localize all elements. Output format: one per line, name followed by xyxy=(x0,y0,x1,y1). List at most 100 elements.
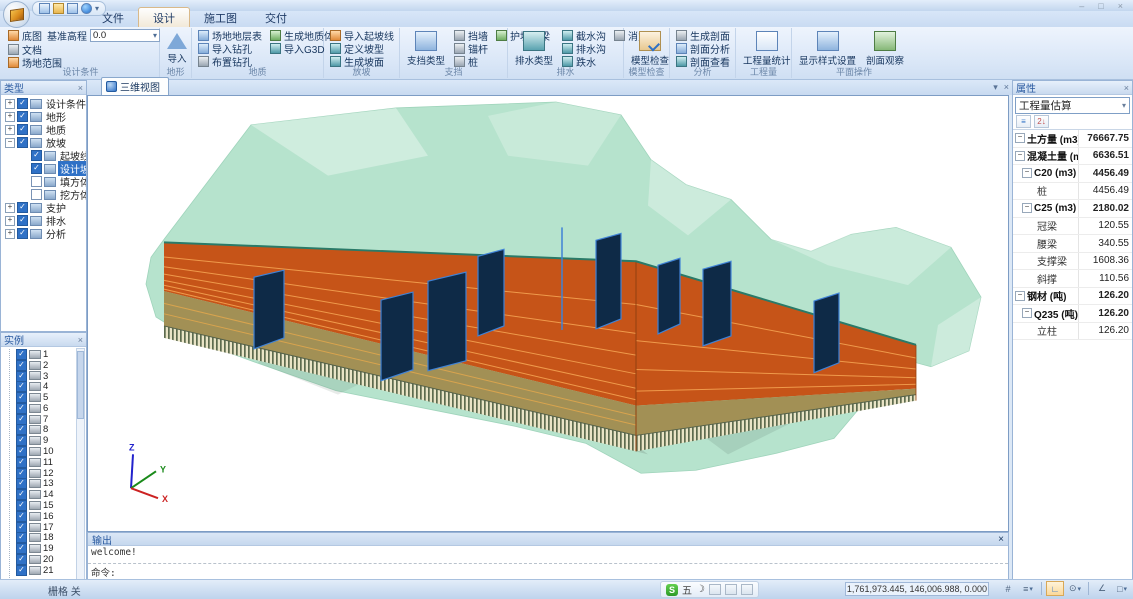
pile-button[interactable]: 桩 xyxy=(452,55,490,67)
instance-label[interactable]: 2 xyxy=(43,360,48,371)
ime-badge-icon[interactable]: S xyxy=(666,584,678,596)
save-file-icon[interactable] xyxy=(67,3,78,14)
generate-slope-face-button[interactable]: 生成坡面 xyxy=(328,55,396,67)
instance-checkbox[interactable]: ✓ xyxy=(16,381,27,392)
model-check-button[interactable]: 模型检查 xyxy=(628,29,672,67)
document-button[interactable]: 文档 xyxy=(6,43,160,55)
instance-label[interactable]: 14 xyxy=(43,489,54,500)
quick-access-dropdown-icon[interactable]: ▾ xyxy=(95,5,99,13)
row-expander-icon[interactable]: − xyxy=(1022,203,1032,213)
open-file-icon[interactable] xyxy=(53,3,64,14)
instance-label[interactable]: 4 xyxy=(43,381,48,392)
instance-label[interactable]: 12 xyxy=(43,468,54,479)
instance-checkbox[interactable]: ✓ xyxy=(16,435,27,446)
instance-checkbox[interactable]: ✓ xyxy=(16,478,27,489)
row-expander-icon[interactable]: − xyxy=(1015,291,1025,301)
table-row[interactable]: − 立柱 126.20 xyxy=(1013,323,1132,341)
base-elevation-input[interactable]: 0.0▾ xyxy=(90,29,160,42)
scrollbar-thumb[interactable] xyxy=(77,351,84,419)
instance-label[interactable]: 10 xyxy=(43,446,54,457)
instance-label[interactable]: 13 xyxy=(43,478,54,489)
instance-checkbox[interactable]: ✓ xyxy=(16,500,27,511)
tree-checkbox[interactable]: ✓ xyxy=(17,137,28,148)
quantity-statistics-button[interactable]: 工程量统计 xyxy=(740,29,794,67)
instance-label[interactable]: 20 xyxy=(43,554,54,565)
ime-tools-icon[interactable] xyxy=(741,584,753,595)
ime-punct-icon[interactable] xyxy=(709,584,721,595)
sync-icon[interactable] xyxy=(81,3,92,14)
tree-checkbox[interactable]: ✓ xyxy=(17,202,28,213)
tab-list-dropdown-icon[interactable]: ▾ xyxy=(993,82,998,93)
tree-checkbox[interactable]: ✓ xyxy=(17,215,28,226)
instance-label[interactable]: 15 xyxy=(43,500,54,511)
instance-label[interactable]: 8 xyxy=(43,424,48,435)
instance-label[interactable]: 11 xyxy=(43,457,53,468)
tab-design[interactable]: 设计 xyxy=(138,7,190,27)
tree-expander-icon[interactable]: − xyxy=(5,138,15,148)
drainage-type-button[interactable]: 排水类型 xyxy=(512,29,556,67)
row-expander-icon[interactable]: − xyxy=(1022,308,1032,318)
instance-checkbox[interactable]: ✓ xyxy=(16,468,27,479)
tree-item-label[interactable]: 分析 xyxy=(44,226,68,241)
drain-ditch-button[interactable]: 排水沟 xyxy=(560,42,608,54)
instance-label[interactable]: 7 xyxy=(43,414,48,425)
close-button[interactable]: × xyxy=(1118,2,1123,11)
categorize-icon[interactable]: ≡ xyxy=(1016,115,1031,128)
selection-mode-icon[interactable]: □▾ xyxy=(1113,581,1131,596)
sort-descending-icon[interactable]: 2↓ xyxy=(1034,115,1049,128)
table-row[interactable]: − 冠梁 120.55 xyxy=(1013,218,1132,236)
anchor-rod-button[interactable]: 锚杆 xyxy=(452,42,490,54)
minimize-button[interactable]: – xyxy=(1079,2,1084,11)
table-row[interactable]: − 腰梁 340.55 xyxy=(1013,235,1132,253)
define-slope-type-button[interactable]: 定义坡型 xyxy=(328,42,396,54)
import-terrain-button[interactable]: 导入 xyxy=(164,29,190,65)
new-file-icon[interactable] xyxy=(39,3,50,14)
instance-checkbox[interactable]: ✓ xyxy=(16,414,27,425)
tree-checkbox[interactable]: ✓ xyxy=(31,176,42,187)
tree-expander-icon[interactable]: + xyxy=(5,99,15,109)
intercept-ditch-button[interactable]: 截水沟 xyxy=(560,29,608,41)
row-expander-icon[interactable]: − xyxy=(1015,133,1025,143)
table-row[interactable]: − 桩 4456.49 xyxy=(1013,183,1132,201)
tab-delivery[interactable]: 交付 xyxy=(251,8,301,27)
tree-checkbox[interactable]: ✓ xyxy=(31,150,42,161)
properties-mode-select[interactable]: 工程量估算 ▾ xyxy=(1015,97,1130,114)
site-strata-table-button[interactable]: 场地地层表 xyxy=(196,29,264,41)
instance-checkbox[interactable]: ✓ xyxy=(16,349,27,360)
tree-expander-icon[interactable]: + xyxy=(5,203,15,213)
instance-checkbox[interactable]: ✓ xyxy=(16,360,27,371)
instance-label[interactable]: 17 xyxy=(43,522,54,533)
snap-toggle-icon[interactable]: ∟ xyxy=(1046,581,1064,596)
instance-label[interactable]: 19 xyxy=(43,543,54,554)
grid-display-icon[interactable]: # xyxy=(999,581,1017,596)
instance-checkbox[interactable]: ✓ xyxy=(16,446,27,457)
section-view-button[interactable]: 剖面查看 xyxy=(674,55,732,67)
instance-checkbox[interactable]: ✓ xyxy=(16,489,27,500)
ime-width-icon[interactable]: ☽ xyxy=(696,584,705,595)
ortho-toggle-icon[interactable]: ⊙▾ xyxy=(1066,581,1084,596)
instance-checkbox[interactable]: ✓ xyxy=(16,522,27,533)
tree-checkbox[interactable]: ✓ xyxy=(17,228,28,239)
tree-item[interactable]: + ✓ 分析 xyxy=(5,227,86,240)
instance-checkbox[interactable]: ✓ xyxy=(16,543,27,554)
instance-checkbox[interactable]: ✓ xyxy=(16,424,27,435)
instance-panel-close-icon[interactable]: × xyxy=(78,335,83,345)
instance-label[interactable]: 9 xyxy=(43,435,48,446)
display-style-settings-button[interactable]: 显示样式设置 xyxy=(796,29,859,67)
maximize-button[interactable]: □ xyxy=(1098,2,1103,11)
instance-checkbox[interactable]: ✓ xyxy=(16,532,27,543)
row-expander-icon[interactable]: − xyxy=(1022,168,1032,178)
output-panel-close-icon[interactable]: × xyxy=(998,534,1004,545)
drop-water-button[interactable]: 跌水 xyxy=(560,55,608,67)
ime-mode-label[interactable]: 五 xyxy=(682,582,692,597)
layer-list-icon[interactable]: ≡▾ xyxy=(1019,581,1037,596)
instance-checkbox[interactable]: ✓ xyxy=(16,392,27,403)
generate-section-button[interactable]: 生成剖面 xyxy=(674,29,732,41)
table-row[interactable]: − C20 (m3) 4456.49 xyxy=(1013,165,1132,183)
instance-checkbox[interactable]: ✓ xyxy=(16,554,27,565)
instance-label[interactable]: 1 xyxy=(43,349,48,360)
instance-label[interactable]: 18 xyxy=(43,532,54,543)
table-row[interactable]: − 钢材 (吨) 126.20 xyxy=(1013,288,1132,306)
table-row[interactable]: − 斜撑 110.56 xyxy=(1013,270,1132,288)
instance-label[interactable]: 16 xyxy=(43,511,54,522)
